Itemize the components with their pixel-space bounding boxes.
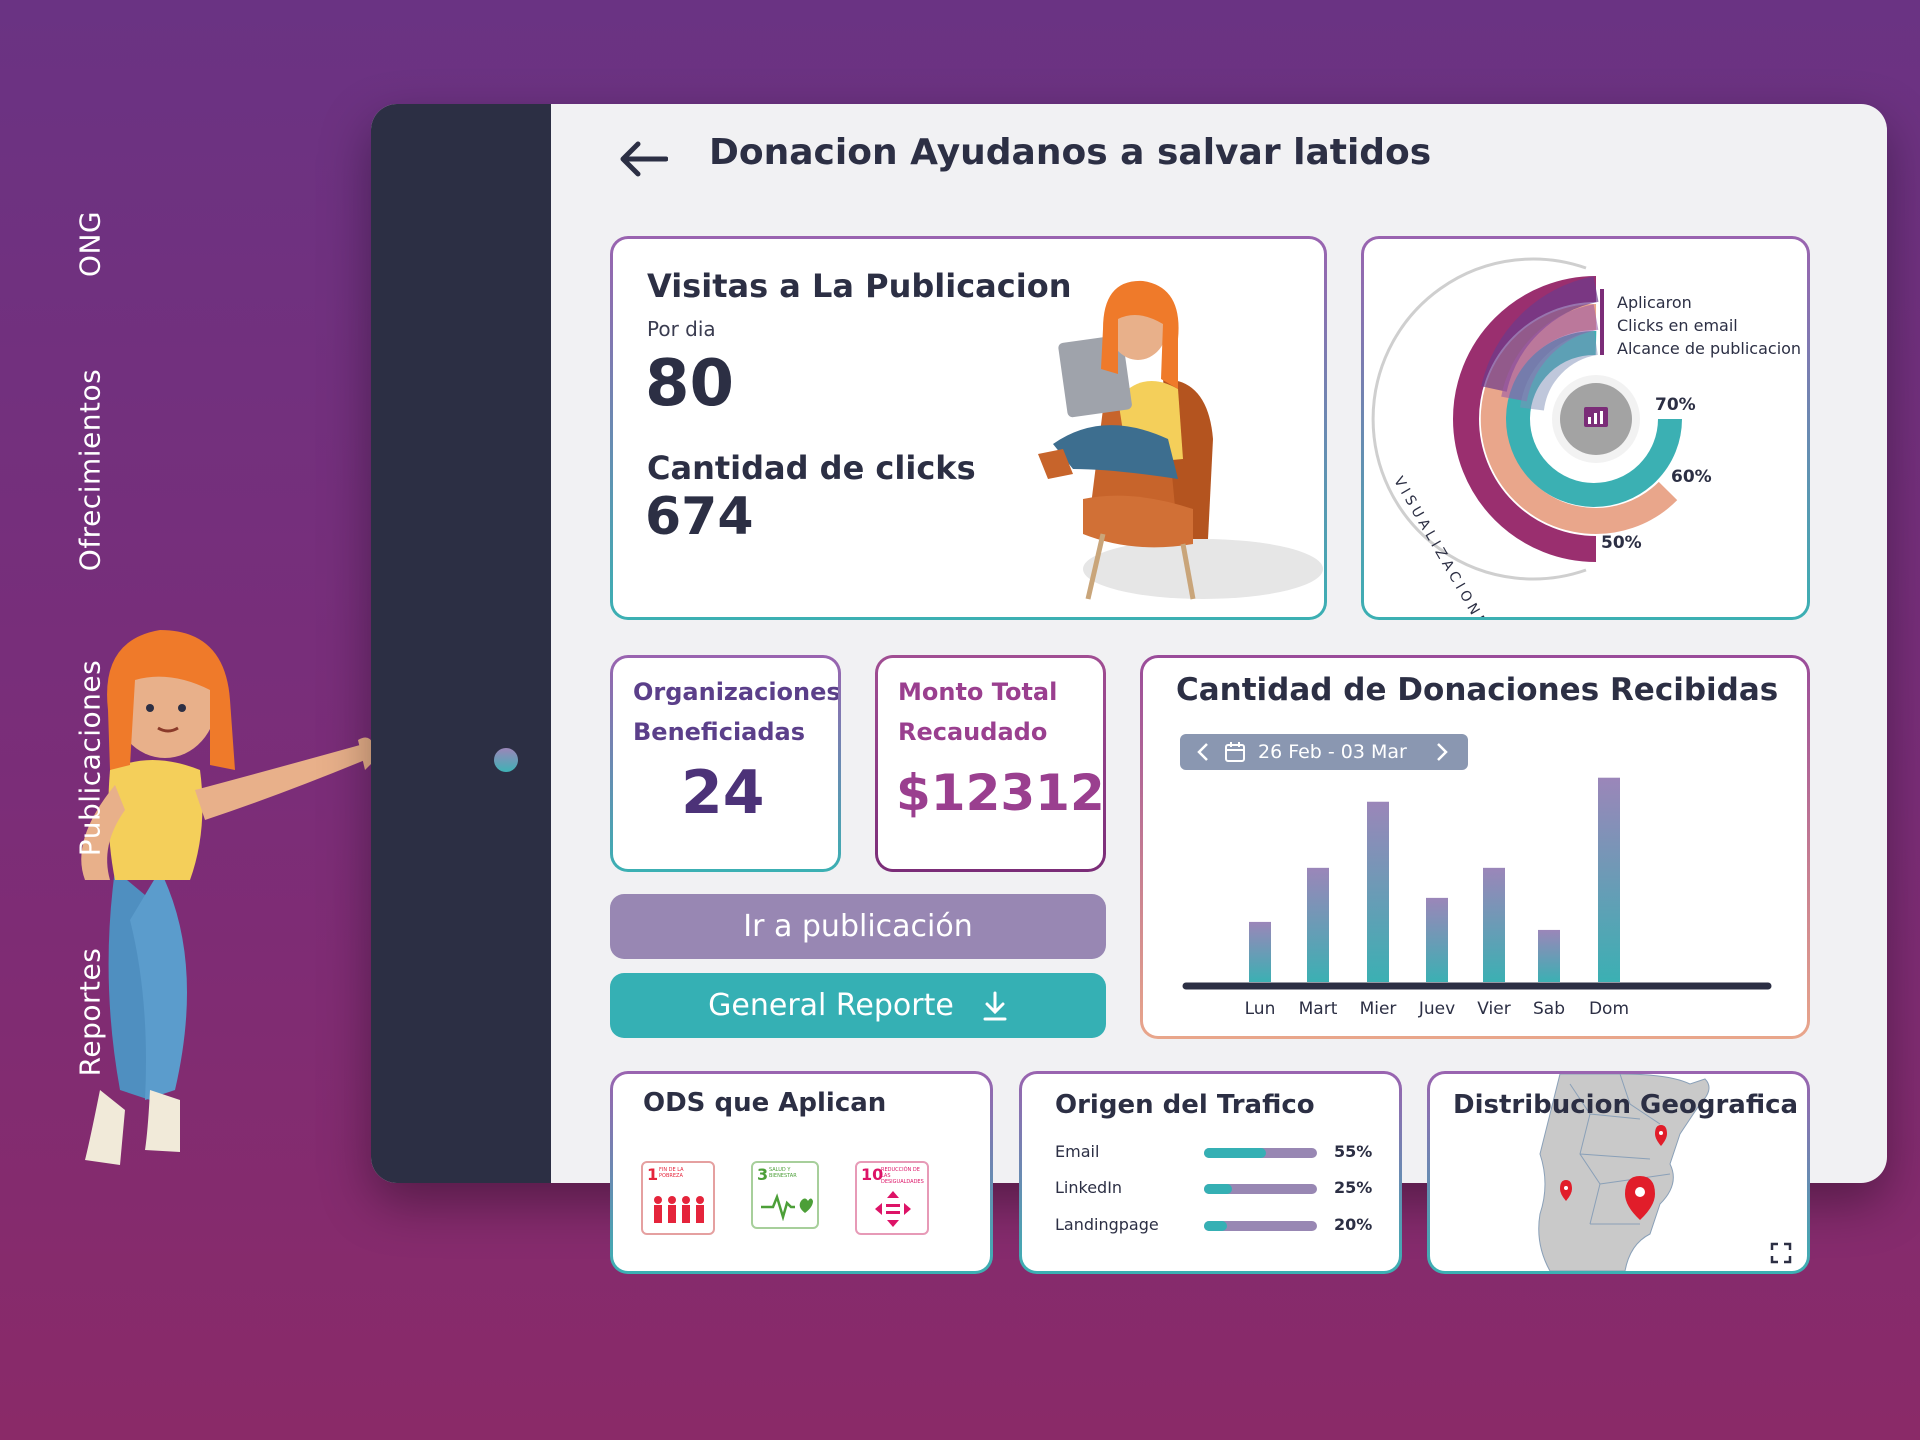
equality-icon	[875, 1191, 911, 1227]
active-indicator	[494, 748, 518, 772]
report-label: General Reporte	[708, 988, 954, 1023]
pct-50: 50%	[1601, 533, 1642, 553]
orgs-label-1: Organizaciones	[633, 678, 838, 706]
report-button[interactable]: General Reporte	[610, 973, 1106, 1038]
geo-card: Distribucion Geografica	[1427, 1071, 1810, 1274]
clicks-label: Cantidad de clicks	[647, 449, 976, 487]
ods-3-number: 3	[757, 1165, 769, 1184]
ods-badge-1[interactable]: 1 FIN DE LA POBREZA	[641, 1161, 715, 1235]
download-icon	[983, 991, 1007, 1020]
sidebar-item-ofrecimientos[interactable]: Ofrecimientos	[74, 369, 107, 571]
geo-title: Distribucion Geografica	[1453, 1090, 1799, 1120]
people-icon	[654, 1196, 704, 1223]
traffic-bar	[1204, 1221, 1317, 1231]
page-title: Donacion Ayudanos a salvar latidos	[709, 132, 1432, 173]
sidebar-item-publicaciones[interactable]: Publicaciones	[74, 660, 107, 856]
pct-70: 70%	[1655, 395, 1696, 415]
bar-juev	[1426, 897, 1448, 982]
go-to-post-button[interactable]: Ir a publicación	[610, 894, 1106, 959]
traffic-pct: 25%	[1334, 1178, 1373, 1197]
x-tick-label: Dom	[1589, 999, 1629, 1019]
ods-title: ODS que Aplican	[643, 1088, 887, 1118]
ods-3-text: SALUD Y BIENESTAR	[769, 1167, 797, 1179]
x-tick-label: Juev	[1418, 999, 1455, 1019]
traffic-bar-fill	[1204, 1184, 1233, 1194]
traffic-card: Origen del Trafico Email 55% LinkedIn 25% La…	[1019, 1071, 1402, 1274]
pct-60: 60%	[1671, 467, 1712, 487]
bar-dom	[1598, 777, 1620, 982]
orgs-card: Organizaciones Beneficiadas 24	[610, 655, 841, 872]
traffic-label: Email	[1055, 1142, 1100, 1161]
ods-10-text: REDUCCIÓN DE LAS DESIGUALDADES	[881, 1167, 924, 1185]
go-to-post-label: Ir a publicación	[743, 909, 973, 944]
legend-aplicaron: Aplicaron	[1617, 293, 1692, 312]
x-tick-label: Mier	[1360, 999, 1397, 1019]
clicks-value: 674	[645, 487, 754, 547]
amount-label-2: Recaudado	[898, 718, 1048, 746]
amount-value: $12312	[896, 764, 1103, 822]
visits-card: Visitas a La Publicacion Por dia 80 Cant…	[610, 236, 1327, 620]
bar-mart	[1307, 867, 1329, 982]
ods-1-text: FIN DE LA POBREZA	[659, 1167, 684, 1179]
back-arrow-icon[interactable]	[618, 140, 668, 178]
character-chair-illustration	[1038, 280, 1323, 600]
bar-vier	[1483, 867, 1505, 982]
traffic-bar	[1204, 1184, 1317, 1194]
sidebar-item-ong[interactable]: ONG	[74, 211, 107, 277]
per-day-value: 80	[645, 347, 735, 421]
bar-lun	[1249, 921, 1271, 982]
x-tick-label: Vier	[1477, 999, 1510, 1019]
x-tick-label: Mart	[1299, 999, 1338, 1019]
amount-label-1: Monto Total	[898, 678, 1058, 706]
traffic-title: Origen del Trafico	[1055, 1090, 1315, 1120]
sidebar-item-reportes[interactable]: Reportes	[74, 948, 107, 1077]
legend-clicks-email: Clicks en email	[1617, 316, 1738, 335]
traffic-label: LinkedIn	[1055, 1178, 1123, 1197]
traffic-bar-fill	[1204, 1221, 1227, 1231]
amount-card: Monto Total Recaudado $12312	[875, 655, 1106, 872]
traffic-label: Landingpage	[1055, 1215, 1159, 1234]
ods-10-number: 10	[861, 1165, 884, 1184]
traffic-pct: 20%	[1334, 1215, 1373, 1234]
donations-chart-card: Cantidad de Donaciones Recibidas 26 Feb …	[1140, 655, 1810, 1039]
per-day-label: Por dia	[647, 317, 716, 341]
ods-badge-10[interactable]: 10 REDUCCIÓN DE LAS DESIGUALDADES	[855, 1161, 929, 1235]
orgs-label-2: Beneficiadas	[633, 718, 806, 746]
traffic-bar	[1204, 1148, 1317, 1158]
ods-card: ODS que Aplican 1 FIN DE LA POBREZA 3 SA…	[610, 1071, 993, 1274]
fullscreen-icon[interactable]	[1770, 1242, 1792, 1264]
x-tick-label: Sab	[1533, 999, 1565, 1019]
bar-sab	[1538, 929, 1560, 982]
radial-chart	[1371, 257, 1682, 581]
traffic-bar-fill	[1204, 1148, 1267, 1158]
traffic-pct: 55%	[1334, 1142, 1373, 1161]
bar-chart: Lun Mart Mier Juev Vier Sab Dom	[1182, 777, 1772, 1019]
sidebar	[371, 104, 551, 1183]
heartbeat-icon	[761, 1193, 813, 1221]
ods-badge-3[interactable]: 3 SALUD Y BIENESTAR	[751, 1161, 819, 1229]
orgs-value: 24	[681, 758, 765, 828]
views-chart-card: Aplicaron Clicks en email Alcance de pub…	[1361, 236, 1810, 620]
legend-alcance: Alcance de publicacion	[1617, 339, 1802, 358]
ods-1-number: 1	[647, 1165, 659, 1184]
x-tick-label: Lun	[1245, 999, 1276, 1019]
bar-mier	[1367, 801, 1389, 982]
